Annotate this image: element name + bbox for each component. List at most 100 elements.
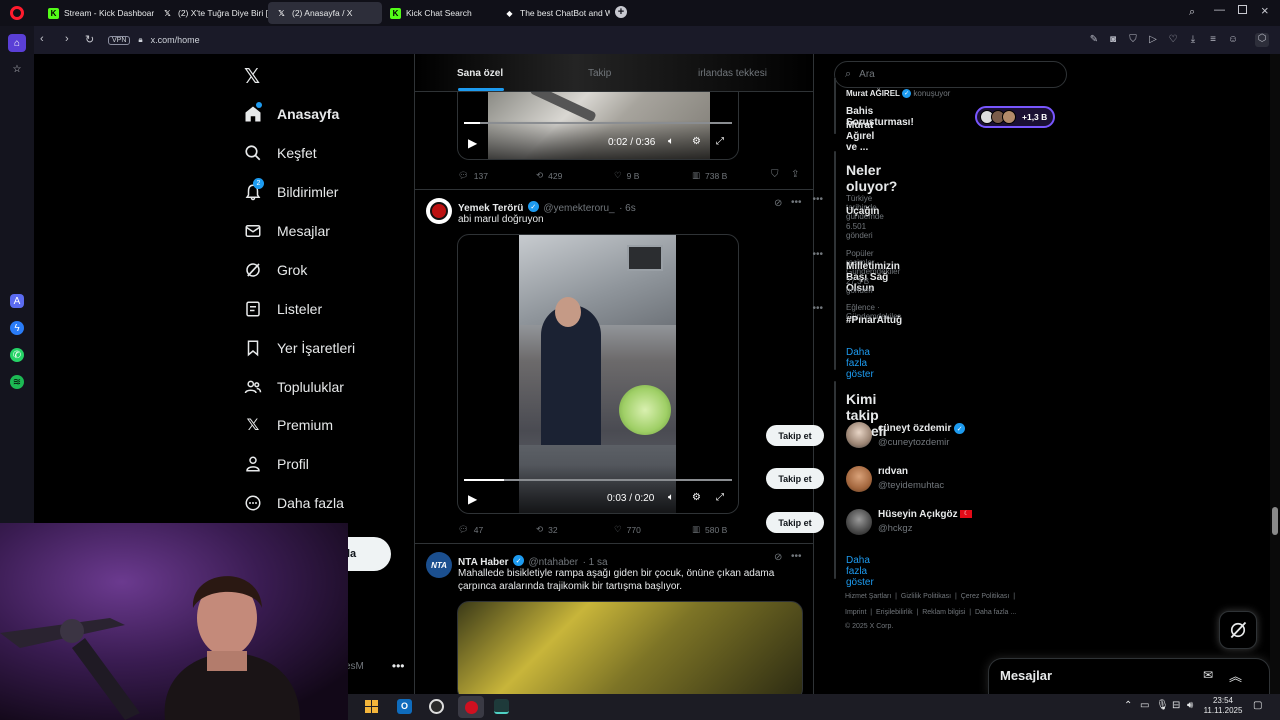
nav-bookmarks[interactable]: Yer İşaretleri <box>243 338 355 358</box>
windows-start-icon[interactable] <box>365 700 378 713</box>
vpn-badge[interactable]: VPN <box>108 35 131 45</box>
menu-icon[interactable]: ≡ <box>1207 34 1219 46</box>
avatar[interactable]: NTA <box>426 552 452 578</box>
tab-irlandas[interactable]: irlandas tekkesi <box>698 68 767 79</box>
user-handle[interactable]: @teyidemuhtac <box>878 480 944 491</box>
nav-premium[interactable]: 𝕏 Premium <box>243 415 333 435</box>
close-window-button[interactable]: × <box>1261 3 1269 18</box>
messages-drawer[interactable]: Mesajlar ✉ ︽ <box>988 658 1270 694</box>
scrollbar-thumb[interactable] <box>1272 507 1278 535</box>
whatsapp-icon[interactable]: ✆ <box>10 348 24 362</box>
who-name-row[interactable]: Hüseyin Açıkgöz ☾ <box>878 509 973 520</box>
repost-action[interactable]: ⟲ 429 <box>536 170 562 181</box>
video-progress-track[interactable] <box>464 479 732 481</box>
listeners-pill[interactable]: +1,3 B <box>975 106 1055 128</box>
tray-clock[interactable]: 23:54 11.11.2025 <box>1200 696 1246 716</box>
new-message-icon[interactable]: ✉ <box>1203 668 1213 682</box>
nav-messages[interactable]: Mesajlar <box>243 221 330 241</box>
reply-action[interactable]: 💬︎ 137 <box>458 170 488 181</box>
heart-icon[interactable]: ♡ <box>1167 34 1179 46</box>
aria-icon[interactable]: A <box>10 294 24 308</box>
user-handle[interactable]: @hckgz <box>878 523 912 534</box>
tab-x-tugra[interactable]: 𝕏 (2) X'te Tuğra Diye Biri [ F <box>154 2 268 24</box>
user-handle[interactable]: @cuneytozdemir <box>878 437 949 448</box>
grok-tweet-icon[interactable]: ⊘ <box>774 552 782 563</box>
trend-more-icon[interactable]: ••• <box>812 303 823 314</box>
play-button[interactable]: ▶ <box>468 492 477 506</box>
footer-link[interactable]: Hizmet Şartları <box>845 593 891 600</box>
volume-icon[interactable]: 🔈︎ <box>668 136 674 147</box>
follow-button[interactable]: Takip et <box>766 468 824 489</box>
volume-icon[interactable]: 🔈︎ <box>668 492 674 503</box>
who-to-follow-show-more[interactable]: Daha fazla göster <box>846 555 874 588</box>
footer-link[interactable]: Imprint <box>845 609 866 616</box>
share-action[interactable]: ⇪ <box>791 169 799 180</box>
footer-link[interactable]: Çerez Politikası <box>961 593 1010 600</box>
who-name-row[interactable]: cüneyt özdemir ✓ <box>878 423 966 434</box>
live-space-card[interactable]: Murat AĞIREL ✓ konuşuyor Bahis Soruşturm… <box>834 78 1055 153</box>
fullscreen-icon[interactable]: ⤢ <box>716 136 724 147</box>
play-button[interactable]: ▶ <box>468 136 477 150</box>
video-player[interactable] <box>457 601 803 694</box>
outlook-icon[interactable]: O <box>397 699 412 714</box>
page-scrollbar[interactable] <box>1270 54 1280 694</box>
tab-kick-dashboard[interactable]: K Stream - Kick Dashboard <box>40 2 154 24</box>
tray-chevron-icon[interactable]: ⌃ <box>1124 700 1132 711</box>
fullscreen-icon[interactable]: ⤢ <box>716 492 724 503</box>
nav-notifications[interactable]: 2 Bildirimler <box>243 178 338 202</box>
tray-mic-icon[interactable]: 🎙︎ <box>1156 700 1169 711</box>
new-tab-button[interactable]: + <box>615 6 627 18</box>
reload-icon[interactable]: ↻ <box>85 33 94 46</box>
messenger-icon[interactable]: ϟ <box>10 321 24 335</box>
video-progress-track[interactable] <box>464 122 732 124</box>
tab-kick-chat-search[interactable]: K Kick Chat Search <box>382 2 496 24</box>
back-icon[interactable]: ‹ <box>40 33 44 45</box>
follow-button[interactable]: Takip et <box>766 512 824 533</box>
nav-grok[interactable]: Grok <box>243 260 307 280</box>
author-handle[interactable]: @yemekteroru_ <box>543 203 614 214</box>
tab-search-icon[interactable]: ⌕ <box>1189 6 1195 19</box>
opera-logo-icon[interactable] <box>10 6 24 20</box>
footer-link[interactable]: Reklam bilgisi <box>922 609 965 616</box>
video-player[interactable]: ▶ 0:03 / 0:20 🔈︎ ⚙ ⤢ <box>457 234 739 514</box>
like-action[interactable]: ♡ 9 B <box>614 170 639 181</box>
search-input[interactable]: ⌕ Ara <box>834 61 1067 88</box>
tab-for-you[interactable]: Sana özel <box>457 68 503 79</box>
url-field[interactable]: VPN 🔒︎ x.com/home <box>108 31 1088 49</box>
views-action[interactable]: ▥ 738 B <box>692 170 727 181</box>
footer-link[interactable]: Gizlilik Politikası <box>901 593 951 600</box>
tweet-more-icon[interactable]: ••• <box>791 551 802 562</box>
profile-icon[interactable]: ☺ <box>1227 34 1239 46</box>
tray-battery-icon[interactable]: ▭ <box>1140 700 1149 711</box>
extension-icon[interactable]: ⬡ <box>1255 33 1269 47</box>
x-logo-icon[interactable]: 𝕏 <box>244 64 260 89</box>
bookmark-action[interactable]: ⛉ <box>771 169 779 180</box>
tray-network-icon[interactable]: ⊟ <box>1172 700 1180 711</box>
nav-profile[interactable]: Profil <box>243 454 309 474</box>
grok-tweet-icon[interactable]: ⊘ <box>774 198 782 209</box>
footer-link[interactable]: Erişilebilirlik <box>876 609 913 616</box>
spotify-icon[interactable]: ≋ <box>10 375 24 389</box>
avatar[interactable] <box>846 466 872 492</box>
trend-more-icon[interactable]: ••• <box>812 249 823 260</box>
footer-link[interactable]: Daha fazla ... <box>975 609 1016 616</box>
account-switcher[interactable]: esM ••• <box>345 656 405 676</box>
more-dots-icon[interactable]: ••• <box>392 659 405 673</box>
avatar[interactable] <box>846 509 872 535</box>
like-action[interactable]: ♡ 770 <box>614 524 641 535</box>
settings-icon[interactable]: ⚙ <box>692 492 701 503</box>
play-icon[interactable]: ▷ <box>1147 34 1159 46</box>
tweet-time[interactable]: · 6s <box>619 203 636 214</box>
grok-floating-button[interactable] <box>1219 611 1257 649</box>
trends-show-more[interactable]: Daha fazla göster <box>846 347 874 380</box>
camera-icon[interactable]: ◙ <box>1107 34 1119 46</box>
star-icon[interactable]: ☆ <box>8 60 26 78</box>
nav-communities[interactable]: Topluluklar <box>243 377 344 397</box>
home-sidebar-icon[interactable]: ⌂ <box>8 34 26 52</box>
follow-button[interactable]: Takip et <box>766 425 824 446</box>
video-player[interactable]: ▶ 0:02 / 0:36 🔈︎ ⚙ ⤢ <box>457 92 739 160</box>
tab-following[interactable]: Takip <box>588 68 611 79</box>
maximize-button[interactable] <box>1238 5 1247 14</box>
edit-icon[interactable]: ✎ <box>1088 34 1100 46</box>
nav-lists[interactable]: Listeler <box>243 299 322 319</box>
